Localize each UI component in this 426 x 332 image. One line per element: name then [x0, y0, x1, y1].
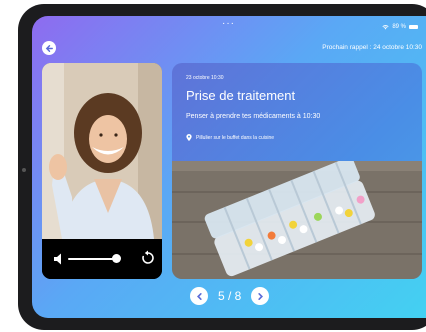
back-button[interactable] [42, 41, 56, 55]
volume-slider-track[interactable] [68, 258, 113, 260]
camera-dot [22, 168, 26, 172]
status-right: 89 % [382, 24, 418, 30]
replay-icon[interactable] [140, 250, 156, 266]
battery-icon [409, 25, 418, 29]
reminder-date: 23 octobre 10:30 [186, 75, 224, 81]
arrow-left-icon [45, 44, 53, 52]
chevron-right-icon [258, 292, 263, 300]
reminder-location: Pillulier sur le buffet dans la cuisine [186, 134, 274, 141]
wifi-icon [382, 25, 389, 30]
pager: 5 / 8 [190, 286, 270, 306]
reminder-location-text: Pillulier sur le buffet dans la cuisine [196, 134, 275, 141]
pill-organizer-image [172, 161, 422, 279]
video-controls [42, 239, 162, 279]
battery-text: 89 % [392, 24, 406, 30]
video-call-panel [42, 63, 162, 279]
reminder-title: Prise de traitement [186, 88, 296, 103]
screen: ··· 89 % Prochain rappel : 24 octobre 10… [32, 16, 426, 318]
chevron-left-icon [196, 292, 202, 300]
next-button[interactable] [251, 287, 270, 305]
page-count: 5 / 8 [218, 289, 242, 303]
volume-icon[interactable] [52, 251, 68, 267]
reminder-subtitle: Penser à prendre tes médicaments à 10:30 [186, 113, 321, 120]
reminder-card[interactable]: 23 octobre 10:30 Prise de traitement Pen… [172, 63, 422, 279]
multitask-dots[interactable]: ··· [222, 19, 235, 29]
location-pin-icon [186, 134, 192, 141]
next-reminder: Prochain rappel : 24 octobre 10:30 [322, 44, 422, 51]
status-bar: ··· 89 % [32, 19, 426, 33]
volume-slider-thumb[interactable] [112, 254, 121, 263]
prev-button[interactable] [190, 287, 208, 305]
video-feed-image [42, 63, 162, 239]
